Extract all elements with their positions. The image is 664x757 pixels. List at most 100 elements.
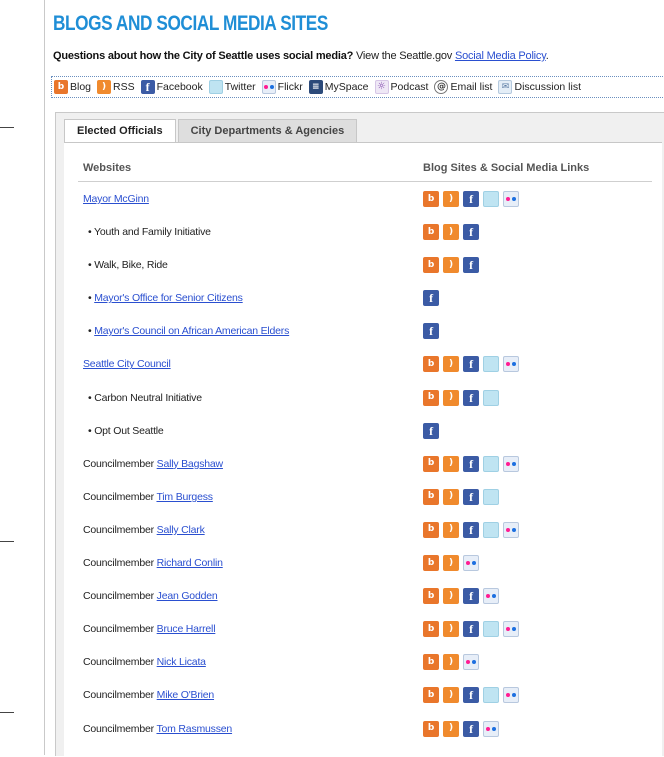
facebook-icon[interactable]: f <box>463 224 479 241</box>
row-link[interactable]: Tom Rasmussen <box>156 723 232 735</box>
twitter-icon[interactable] <box>483 455 499 472</box>
facebook-icon[interactable]: f <box>463 521 479 538</box>
rss-icon[interactable]: ) <box>443 356 459 373</box>
twitter-icon[interactable] <box>483 356 499 373</box>
twitter-icon[interactable] <box>483 687 499 704</box>
blog-icon[interactable]: b <box>423 191 439 207</box>
rss-icon[interactable]: ) <box>443 687 459 704</box>
blog-icon[interactable]: b <box>423 588 439 605</box>
twitter-icon[interactable] <box>483 488 499 505</box>
rss-icon[interactable]: ) <box>443 521 459 538</box>
table-body: Mayor McGinn b) f • Youth and Family Initia… <box>78 183 652 746</box>
facebook-icon[interactable]: f <box>463 257 479 274</box>
rss-icon[interactable]: ) <box>443 555 459 572</box>
facebook-icon[interactable]: f <box>463 455 479 472</box>
flickr-icon[interactable] <box>463 654 479 671</box>
flickr-icon[interactable] <box>503 687 519 704</box>
table-row: Mayor McGinn b) f <box>78 183 652 216</box>
blog-icon[interactable]: b <box>423 720 439 737</box>
legend-label: Email list <box>450 81 493 93</box>
flickr-icon[interactable] <box>463 555 479 572</box>
legend-label: MySpace <box>324 81 369 93</box>
facebook-icon[interactable]: f <box>423 422 439 439</box>
blog-icon[interactable]: b <box>423 654 439 671</box>
facebook-icon[interactable]: f <box>463 389 479 406</box>
margin-tick <box>0 541 14 542</box>
blog-icon[interactable]: b <box>423 389 439 406</box>
rss-icon[interactable]: ) <box>443 654 459 671</box>
flickr-icon[interactable] <box>503 621 519 638</box>
blog-icon[interactable]: b <box>423 621 439 638</box>
tab-elected-officials[interactable]: Elected Officials <box>64 119 176 142</box>
row-label: Councilmember Sally Clark <box>83 524 205 536</box>
question-bold: Questions about how the City of Seattle … <box>53 50 354 62</box>
rss-icon[interactable]: ) <box>443 224 459 241</box>
row-link[interactable]: Bruce Harrell <box>157 623 216 635</box>
row-link[interactable]: Sally Bagshaw <box>157 458 223 470</box>
rss-icon[interactable]: ) <box>443 455 459 472</box>
facebook-icon[interactable]: f <box>463 588 479 605</box>
twitter-icon[interactable] <box>483 191 499 207</box>
row-label: • Walk, Bike, Ride <box>88 259 168 271</box>
question-end: . <box>545 50 549 62</box>
table-row: Councilmember Sally Clark b) f <box>78 514 652 547</box>
facebook-icon[interactable]: f <box>463 621 479 638</box>
blog-icon[interactable]: b <box>423 488 439 505</box>
rss-icon[interactable]: ) <box>443 389 459 406</box>
row-link[interactable]: Tim Burgess <box>156 491 213 503</box>
twitter-icon[interactable] <box>483 621 499 638</box>
blog-icon[interactable]: b <box>423 257 439 274</box>
row-label: Mayor McGinn <box>83 193 149 205</box>
flickr-icon[interactable] <box>503 455 519 472</box>
row-label: Councilmember Mike O'Brien <box>83 689 214 701</box>
blog-icon[interactable]: b <box>423 356 439 373</box>
flickr-icon[interactable] <box>503 521 519 538</box>
row-prefix: Councilmember <box>83 557 157 570</box>
facebook-icon[interactable]: f <box>423 323 439 340</box>
blog-icon[interactable]: b <box>423 455 439 472</box>
row-link[interactable]: Sally Clark <box>157 524 205 536</box>
row-social-links: b) <box>423 654 479 671</box>
rss-icon[interactable]: ) <box>443 588 459 605</box>
facebook-icon[interactable]: f <box>463 191 479 207</box>
row-social-links: b) f <box>423 720 499 737</box>
facebook-icon[interactable]: f <box>463 488 479 505</box>
facebook-icon[interactable]: f <box>463 687 479 704</box>
twitter-icon[interactable] <box>483 389 499 406</box>
rss-icon[interactable]: ) <box>443 257 459 274</box>
row-link[interactable]: Mike O'Brien <box>157 689 215 701</box>
row-prefix: • Youth and Family Initiative <box>88 226 211 239</box>
row-link[interactable]: Nick Licata <box>157 656 206 668</box>
row-link[interactable]: Seattle City Council <box>83 358 171 370</box>
policy-question: Questions about how the City of Seattle … <box>53 50 549 62</box>
flickr-icon[interactable] <box>483 720 499 737</box>
blog-icon[interactable]: b <box>423 555 439 572</box>
rss-icon[interactable]: ) <box>443 621 459 638</box>
facebook-icon[interactable]: f <box>463 356 479 373</box>
blog-icon[interactable]: b <box>423 521 439 538</box>
rss-icon[interactable]: ) <box>443 191 459 207</box>
social-media-policy-link[interactable]: Social Media Policy <box>455 50 546 62</box>
rss-icon[interactable]: ) <box>443 488 459 505</box>
tab-city-departments[interactable]: City Departments & Agencies <box>177 119 358 142</box>
legend-label: Podcast <box>390 81 429 93</box>
flickr-icon[interactable] <box>483 588 499 605</box>
row-link[interactable]: Jean Godden <box>157 590 218 602</box>
row-link[interactable]: Mayor's Office for Senior Citizens <box>94 292 243 304</box>
blog-icon[interactable]: b <box>423 224 439 241</box>
facebook-icon[interactable]: f <box>423 290 439 307</box>
row-link[interactable]: Mayor's Council on African American Elde… <box>94 325 289 337</box>
row-label: Councilmember Bruce Harrell <box>83 623 216 635</box>
row-link[interactable]: Richard Conlin <box>157 557 223 569</box>
blog-icon[interactable]: b <box>423 687 439 704</box>
legend-label: Facebook <box>156 81 203 93</box>
table-header: Websites Blog Sites & Social Media Links <box>78 159 652 182</box>
flickr-icon[interactable] <box>503 356 519 373</box>
rss-icon[interactable]: ) <box>443 720 459 737</box>
row-prefix: Councilmember <box>83 656 157 669</box>
twitter-icon[interactable] <box>483 521 499 538</box>
flickr-icon[interactable] <box>503 191 519 207</box>
facebook-icon[interactable]: f <box>463 720 479 737</box>
row-link[interactable]: Mayor McGinn <box>83 193 149 205</box>
row-social-links: f <box>423 422 439 439</box>
